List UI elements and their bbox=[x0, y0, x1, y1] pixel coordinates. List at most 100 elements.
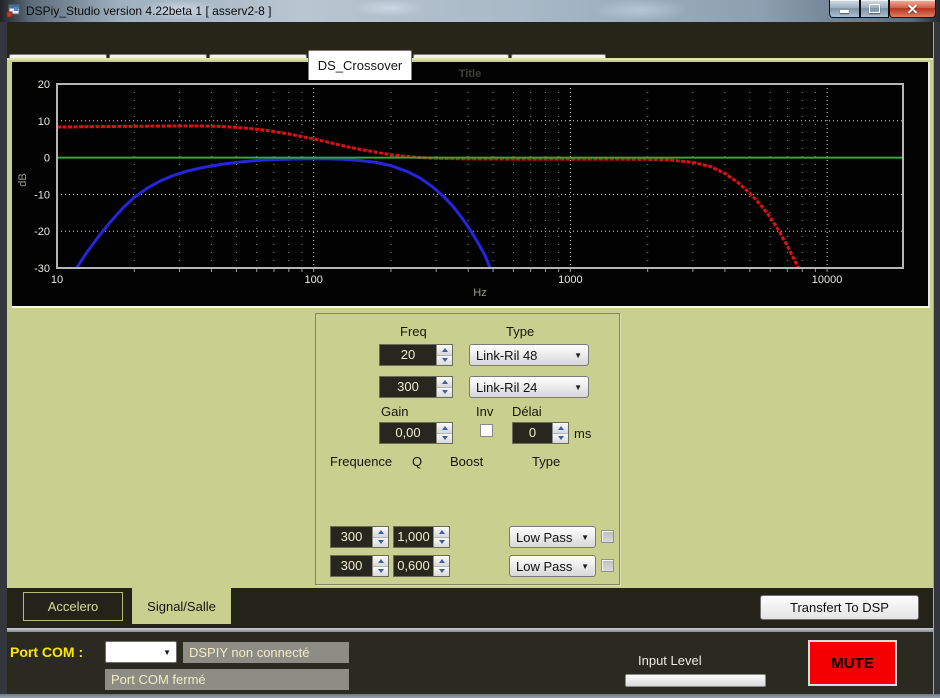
peq1-freq-spin-buttons[interactable] bbox=[372, 527, 388, 547]
window-border-right bbox=[933, 22, 940, 694]
app-window: DSPiy_Studio version 4.22beta 1 [ asserv… bbox=[0, 0, 940, 698]
port-status-box: Port COM fermé bbox=[105, 669, 349, 690]
svg-text:10000: 10000 bbox=[812, 274, 843, 286]
peq-q-header: Q bbox=[412, 454, 422, 469]
spin-down-icon[interactable] bbox=[437, 388, 452, 398]
gain-label: Gain bbox=[381, 404, 408, 419]
close-icon bbox=[907, 3, 918, 14]
peq2-freq-value[interactable]: 300 bbox=[331, 556, 372, 576]
gain-spin-buttons[interactable] bbox=[436, 423, 452, 443]
delay-spin-buttons[interactable] bbox=[552, 423, 568, 443]
input-level-progressbar bbox=[625, 674, 766, 687]
peq1-enable-checkbox[interactable] bbox=[601, 530, 614, 543]
peq1-q-spinner[interactable]: 1,000 bbox=[393, 526, 450, 548]
way2-type-dropdown[interactable]: Link-Ril 24 bbox=[469, 376, 589, 398]
spin-down-icon[interactable] bbox=[437, 434, 452, 444]
way1-type-dropdown[interactable]: Link-Ril 48 bbox=[469, 344, 589, 366]
way1-freq-spin-buttons[interactable] bbox=[436, 345, 452, 365]
peq-frequence-header: Frequence bbox=[330, 454, 392, 469]
svg-text:1000: 1000 bbox=[558, 274, 582, 286]
peq2-q-spinner[interactable]: 0,600 bbox=[393, 555, 450, 577]
peq2-q-spin-buttons[interactable] bbox=[433, 556, 449, 576]
spin-up-icon[interactable] bbox=[553, 423, 568, 434]
svg-text:dB: dB bbox=[17, 173, 29, 186]
delay-value[interactable]: 0 bbox=[513, 423, 552, 443]
subtab-label: Signal/Salle bbox=[147, 599, 216, 614]
com-port-dropdown[interactable] bbox=[105, 641, 177, 663]
main-tabstrip: Accueil Config DS_Filtres DS_Crossover A… bbox=[7, 22, 933, 58]
spin-up-icon[interactable] bbox=[434, 527, 449, 538]
spin-down-icon[interactable] bbox=[553, 434, 568, 444]
mute-button[interactable]: MUTE bbox=[808, 640, 897, 686]
subtab-accelero[interactable]: Accelero bbox=[23, 592, 123, 621]
freq-header: Freq bbox=[400, 324, 427, 339]
app-icon bbox=[6, 4, 20, 18]
way2-type-value: Link-Ril 24 bbox=[476, 380, 537, 395]
crossover-chart-svg: 20100-10-20-3010100100010000TitleHzdB bbox=[12, 62, 928, 306]
peq1-freq-value[interactable]: 300 bbox=[331, 527, 372, 547]
crossover-page: 20100-10-20-3010100100010000TitleHzdB Fr… bbox=[7, 58, 933, 588]
transfer-to-dsp-button[interactable]: Transfert To DSP bbox=[760, 595, 919, 620]
way2-freq-spin-buttons[interactable] bbox=[436, 377, 452, 397]
peq1-q-spin-buttons[interactable] bbox=[433, 527, 449, 547]
minimize-icon bbox=[840, 10, 849, 13]
maximize-button[interactable] bbox=[860, 0, 889, 18]
delay-spinner[interactable]: 0 bbox=[512, 422, 569, 444]
peq2-q-value[interactable]: 0,600 bbox=[394, 556, 433, 576]
frequency-response-chart: 20100-10-20-3010100100010000TitleHzdB bbox=[12, 62, 930, 308]
peq2-freq-spin-buttons[interactable] bbox=[372, 556, 388, 576]
spin-up-icon[interactable] bbox=[437, 377, 452, 388]
svg-text:100: 100 bbox=[305, 274, 323, 286]
dspiy-status-box: DSPIY non connecté bbox=[183, 642, 349, 663]
subtab-signal-salle[interactable]: Signal/Salle bbox=[132, 588, 231, 624]
peq2-freq-spinner[interactable]: 300 bbox=[330, 555, 389, 577]
spin-up-icon[interactable] bbox=[434, 556, 449, 567]
peq2-enable-checkbox[interactable] bbox=[601, 559, 614, 572]
gain-spinner[interactable]: 0,00 bbox=[379, 422, 453, 444]
spin-up-icon[interactable] bbox=[373, 556, 388, 567]
svg-text:10: 10 bbox=[51, 274, 63, 286]
inv-label: Inv bbox=[476, 404, 493, 419]
close-button[interactable] bbox=[889, 0, 936, 18]
way1-freq-value[interactable]: 20 bbox=[380, 345, 436, 365]
tab-ds-crossover[interactable]: DS_Crossover bbox=[308, 50, 412, 80]
spin-down-icon[interactable] bbox=[373, 567, 388, 577]
svg-text:10: 10 bbox=[38, 116, 50, 128]
svg-text:-20: -20 bbox=[34, 226, 50, 238]
input-level-label: Input Level bbox=[638, 653, 702, 668]
spin-up-icon[interactable] bbox=[373, 527, 388, 538]
svg-text:Hz: Hz bbox=[473, 287, 486, 299]
inv-checkbox[interactable] bbox=[480, 424, 493, 437]
spin-down-icon[interactable] bbox=[434, 538, 449, 548]
sub-tabstrip: Accelero Signal/Salle Transfert To DSP bbox=[7, 588, 933, 628]
title-bar: DSPiy_Studio version 4.22beta 1 [ asserv… bbox=[0, 0, 940, 22]
gain-value[interactable]: 0,00 bbox=[380, 423, 436, 443]
svg-text:-10: -10 bbox=[34, 189, 50, 201]
peq1-type-dropdown[interactable]: Low Pass bbox=[509, 526, 596, 548]
peq-boost-header: Boost bbox=[450, 454, 483, 469]
svg-text:Title: Title bbox=[459, 68, 481, 80]
peq2-type-dropdown[interactable]: Low Pass bbox=[509, 555, 596, 577]
spin-up-icon[interactable] bbox=[437, 345, 452, 356]
peq1-freq-spinner[interactable]: 300 bbox=[330, 526, 389, 548]
tab-label: DS_Crossover bbox=[318, 58, 403, 73]
spin-down-icon[interactable] bbox=[434, 567, 449, 577]
peq-type-header: Type bbox=[532, 454, 560, 469]
svg-text:20: 20 bbox=[38, 79, 50, 91]
way1-freq-spinner[interactable]: 20 bbox=[379, 344, 453, 366]
way2-freq-value[interactable]: 300 bbox=[380, 377, 436, 397]
peq1-q-value[interactable]: 1,000 bbox=[394, 527, 433, 547]
crossover-groupbox: Freq Type 20 Link-Ril 48 300 Link-Ril 24… bbox=[315, 313, 620, 585]
window-border-bottom bbox=[0, 694, 940, 698]
way2-freq-spinner[interactable]: 300 bbox=[379, 376, 453, 398]
spin-up-icon[interactable] bbox=[437, 423, 452, 434]
svg-text:-30: -30 bbox=[34, 263, 50, 275]
minimize-button[interactable] bbox=[829, 0, 860, 18]
status-bar: Port COM : DSPIY non connecté Port COM f… bbox=[7, 632, 933, 694]
spin-down-icon[interactable] bbox=[373, 538, 388, 548]
spin-down-icon[interactable] bbox=[437, 356, 452, 366]
port-com-label: Port COM : bbox=[10, 644, 83, 660]
maximize-icon bbox=[869, 4, 880, 13]
peq1-type-value: Low Pass bbox=[516, 530, 572, 545]
delay-unit-label: ms bbox=[574, 426, 591, 441]
